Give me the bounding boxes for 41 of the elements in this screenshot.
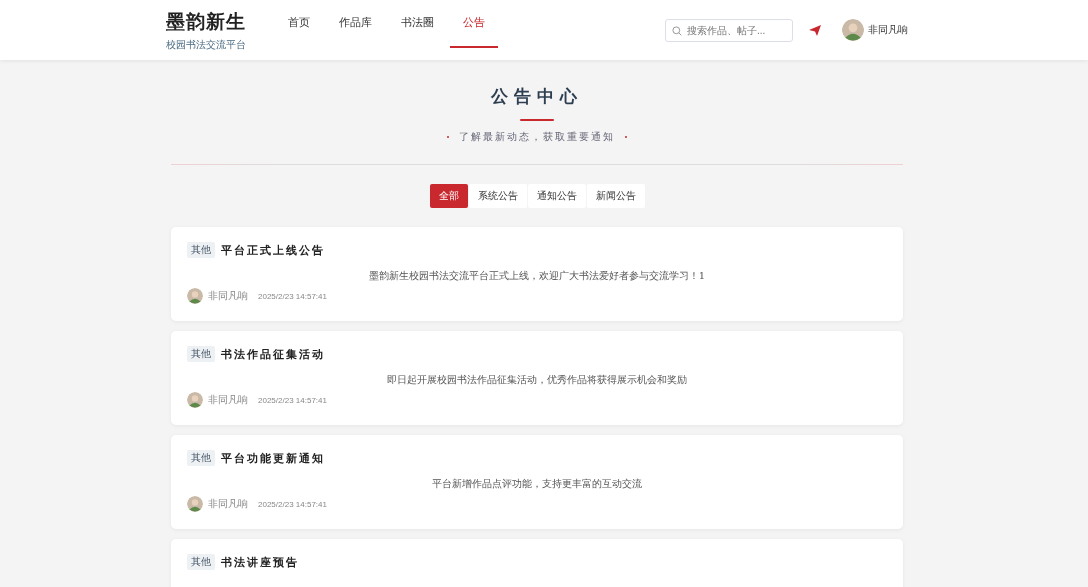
filter-tab[interactable]: 通知公告 [527,184,586,208]
timestamp: 2025/2/23 14:57:41 [258,395,327,405]
notice-card[interactable]: 其他 平台功能更新通知 平台新增作品点评功能，支持更丰富的互动交流 非同凡响 2025/2/23 14:57:41 [171,435,903,529]
notice-title: 平台功能更新通知 [221,450,325,466]
filter-tab[interactable]: 全部 [429,184,468,208]
notice-title: 书法作品征集活动 [221,346,325,362]
author-name: 非同凡响 [208,289,248,303]
avatar [187,288,203,304]
nav-link[interactable]: 书法圈 [388,0,447,48]
notice-title: 平台正式上线公告 [221,242,325,258]
search-field[interactable]: 搜索作品、帖子... [665,18,793,42]
notice-card[interactable]: 其他 书法讲座预告 [171,539,903,587]
tagline: 校园书法交流平台 [166,37,246,52]
author-name: 非同凡响 [208,393,248,407]
category-tag: 其他 [187,242,215,258]
notice-card[interactable]: 其他 书法作品征集活动 即日起开展校园书法作品征集活动，优秀作品将获得展示机会和奖励 非同凡响 2025/2/23 14:57:41 [171,331,903,425]
user-menu[interactable]: 非同凡响 [842,19,908,41]
author-name: 非同凡响 [208,497,248,511]
logo-text[interactable]: 墨韵新生 [166,8,246,35]
timestamp: 2025/2/23 14:57:41 [258,291,327,301]
avatar [187,496,203,512]
timestamp: 2025/2/23 14:57:41 [258,499,327,509]
category-tag: 其他 [187,450,215,466]
nav-link[interactable]: 公告 [450,0,498,48]
category-tag: 其他 [187,554,215,570]
nav-link[interactable]: 作品库 [326,0,385,48]
page-subtitle: 了解最新动态，获取重要通知 [459,130,615,144]
nav-link[interactable]: 首页 [275,0,323,48]
notice-text: 即日起开展校园书法作品征集活动，优秀作品将获得展示机会和奖励 [386,373,688,387]
notice-title: 书法讲座预告 [221,554,299,570]
category-tag: 其他 [187,346,215,362]
avatar [842,19,864,41]
filter-tab[interactable]: 新闻公告 [586,184,645,208]
notice-text: 平台新增作品点评功能，支持更丰富的互动交流 [431,477,643,491]
notice-text: 墨韵新生校园书法交流平台正式上线，欢迎广大书法爱好者参与交流学习！1 [367,269,707,283]
page-title: 公告中心 [491,85,583,108]
user-name: 非同凡响 [868,23,908,37]
avatar [187,392,203,408]
filter-tab[interactable]: 系统公告 [468,184,527,208]
notice-card[interactable]: 其他 平台正式上线公告 墨韵新生校园书法交流平台正式上线，欢迎广大书法爱好者参与交流学习！1 非同凡响 2025/2/23 14:57:41 [171,227,903,321]
send-icon[interactable] [809,24,821,36]
